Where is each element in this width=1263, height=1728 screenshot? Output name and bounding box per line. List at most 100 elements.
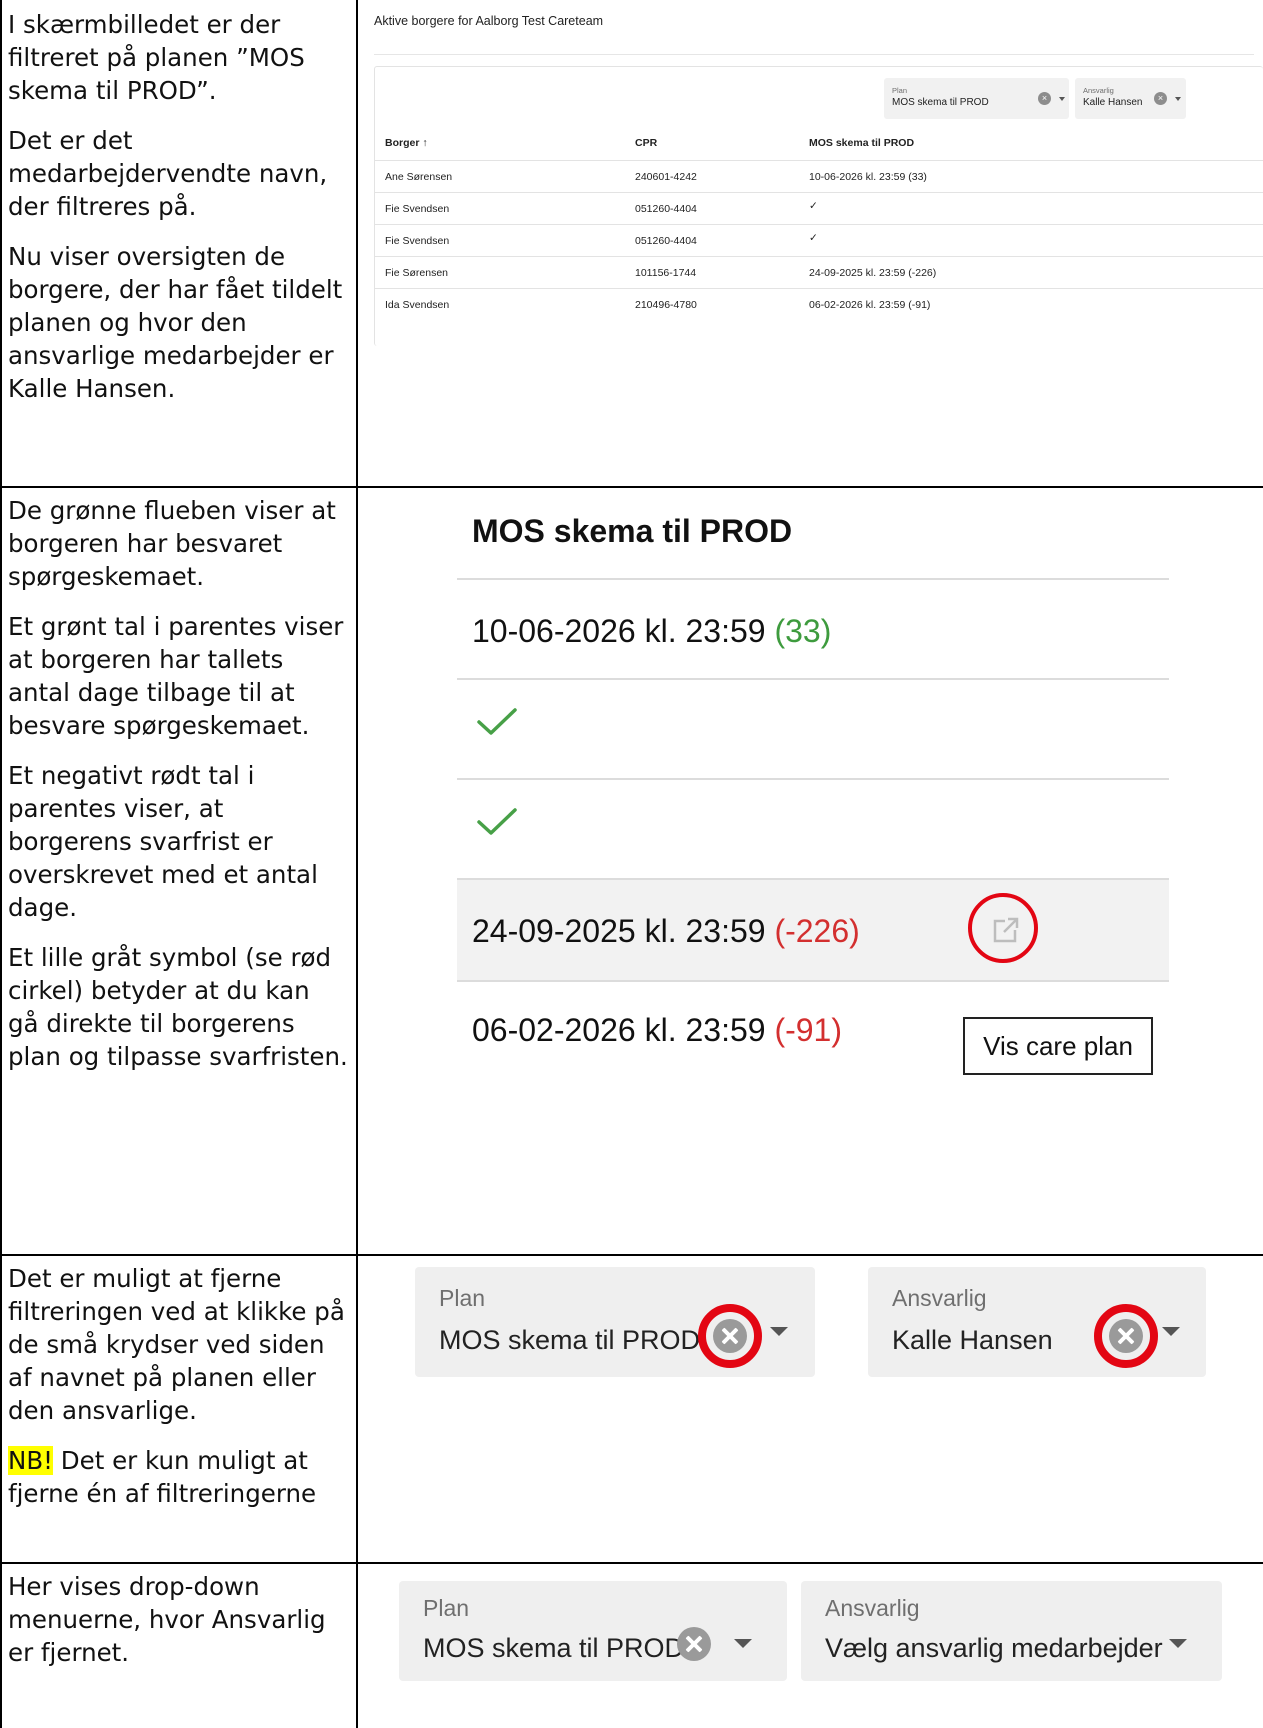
deadline: 24-09-2025 kl. 23:59 (-226) (809, 267, 936, 279)
deadline: 06-02-2026 kl. 23:59 (-91) (472, 1012, 842, 1049)
deadline-date: 06-02-2026 kl. 23:59 (809, 299, 909, 311)
citizen-name: Fie Sørensen (385, 267, 449, 279)
table-row-divider (0, 1254, 1263, 1256)
days-overdue: (-226) (908, 267, 937, 279)
clear-icon[interactable]: × (1154, 92, 1167, 105)
nb-highlight: NB! (8, 1446, 53, 1475)
deadline-date: 06-02-2026 kl. 23:59 (472, 1012, 775, 1048)
plan-cell[interactable] (457, 680, 1169, 790)
plan-filter-value: MOS skema til PROD (423, 1633, 685, 1663)
days-overdue: (-226) (774, 913, 860, 949)
plan-filter-value: MOS skema til PROD (439, 1325, 701, 1355)
deadline-date: 10-06-2026 kl. 23:59 (472, 613, 775, 649)
plan-filter-label: Plan (892, 86, 908, 95)
paragraph: I skærmbilledet er der filtreret på plan… (8, 10, 305, 105)
paragraph: Et grønt tal i parentes viser at borgere… (8, 612, 344, 740)
overview-screenshot: Aktive borgere for Aalborg Test Careteam… (362, 0, 1263, 350)
table-border-left (0, 0, 2, 1728)
table-row-divider (0, 1562, 1263, 1564)
table-row[interactable]: Fie Svendsen 051260-4404 ✓ (375, 192, 1263, 224)
citizen-name: Fie Svendsen (385, 235, 450, 247)
plan-filter-label: Plan (423, 1595, 470, 1621)
paragraph: Det er muligt at fjerne filtreringen ved… (8, 1264, 345, 1425)
citizen-cpr: 101156-1744 (635, 267, 697, 279)
plan-cell[interactable]: 10-06-2026 kl. 23:59 (33) (457, 580, 1169, 690)
paragraph: Nu viser oversigten de borgere, der har … (8, 242, 343, 403)
plan-column-title: MOS skema til PROD (472, 513, 793, 549)
responsible-filter-label: Ansvarlig (825, 1595, 920, 1621)
dropdown-arrow-icon[interactable] (1169, 1639, 1187, 1648)
citizen-cpr: 240601-4242 (635, 171, 697, 183)
checkmark-icon (477, 808, 517, 835)
plan-filter[interactable]: Plan MOS skema til PROD (415, 1267, 815, 1377)
table-row[interactable]: Fie Sørensen 101156-1744 24-09-2025 kl. … (375, 256, 1263, 288)
highlight-circle (698, 1304, 762, 1368)
deadline: 06-02-2026 kl. 23:59 (-91) (809, 299, 930, 311)
deadline: 10-06-2026 kl. 23:59 (33) (809, 171, 927, 183)
plan-filter-value: MOS skema til PROD (892, 97, 989, 108)
dropdown-arrow-icon[interactable] (1059, 97, 1065, 101)
table-column-divider (356, 0, 358, 1728)
dropdown-arrow-icon[interactable] (770, 1327, 788, 1336)
overview-card: Plan MOS skema til PROD × Ansvarlig Kall… (374, 66, 1263, 346)
citizen-cpr: 210496-4780 (635, 299, 697, 311)
table-row[interactable]: Ane Sørensen 240601-4242 10-06-2026 kl. … (375, 160, 1263, 192)
plan-cell[interactable] (457, 780, 1169, 890)
deadline: 10-06-2026 kl. 23:59 (33) (472, 613, 831, 650)
responsible-filter[interactable]: Ansvarlig Kalle Hansen (868, 1267, 1206, 1377)
paragraph: Her vises drop-down menuerne, hvor Ansva… (8, 1572, 326, 1667)
clear-icon[interactable] (677, 1627, 711, 1661)
responsible-filter[interactable]: Ansvarlig Kalle Hansen × (1075, 78, 1186, 119)
highlight-circle (1094, 1304, 1158, 1368)
deadline: 24-09-2025 kl. 23:59 (-226) (472, 913, 860, 950)
section3-description: Det er muligt at fjerne filtreringen ved… (8, 1262, 348, 1527)
overview-heading: Aktive borgere for Aalborg Test Careteam (374, 14, 604, 28)
citizen-name: Ane Sørensen (385, 171, 453, 183)
plan-cell-hovered[interactable]: 24-09-2025 kl. 23:59 (-226) (457, 880, 1169, 980)
responsible-filter-placeholder: Vælg ansvarlig medarbejder (825, 1633, 1163, 1663)
paragraph: Et negativt rødt tal i parentes viser, a… (8, 761, 318, 922)
deadline-date: 10-06-2026 kl. 23:59 (809, 171, 909, 183)
responsible-filter-value: Kalle Hansen (1083, 97, 1143, 108)
column-header-cpr[interactable]: CPR (635, 137, 657, 149)
paragraph: Det er det medarbejdervendte navn, der f… (8, 126, 328, 221)
days-left: (33) (908, 171, 927, 183)
citizen-cpr: 051260-4404 (635, 235, 697, 247)
citizen-name: Ida Svendsen (385, 299, 450, 311)
section1-description: I skærmbilledet er der filtreret på plan… (8, 8, 348, 422)
days-left: (33) (774, 613, 832, 649)
responsible-filter-label: Ansvarlig (892, 1285, 987, 1311)
dropdown-arrow-icon[interactable] (1175, 97, 1181, 101)
nb-paragraph: NB! Det er kun muligt at fjerne én af fi… (8, 1444, 348, 1510)
days-overdue: (-91) (774, 1012, 842, 1048)
deadline-date: 24-09-2025 kl. 23:59 (472, 913, 775, 949)
citizen-cpr: 051260-4404 (635, 203, 697, 215)
responsible-filter-value: Kalle Hansen (892, 1325, 1053, 1355)
column-header-plan[interactable]: MOS skema til PROD (809, 137, 914, 149)
clear-icon[interactable]: × (1038, 92, 1051, 105)
dropdown-arrow-icon[interactable] (1162, 1327, 1180, 1336)
paragraph: Et lille gråt symbol (se rød cirkel) bet… (8, 943, 348, 1071)
divider (374, 54, 1254, 55)
checkmark-icon: ✓ (809, 232, 818, 244)
plan-filter[interactable]: Plan MOS skema til PROD (399, 1581, 787, 1681)
table-row[interactable]: Ida Svendsen 210496-4780 06-02-2026 kl. … (375, 288, 1263, 320)
checkmark-icon: ✓ (809, 200, 818, 212)
plan-filter[interactable]: Plan MOS skema til PROD × (884, 78, 1069, 119)
dropdown-arrow-icon[interactable] (734, 1639, 752, 1648)
table-row[interactable]: Fie Svendsen 051260-4404 ✓ (375, 224, 1263, 256)
zoomed-plan-column: MOS skema til PROD 10-06-2026 kl. 23:59 … (362, 488, 1263, 1223)
highlight-circle (968, 893, 1038, 963)
plan-filter-label: Plan (439, 1285, 486, 1311)
paragraph: De grønne flueben viser at borgeren har … (8, 496, 336, 591)
nb-text: Det er kun muligt at fjerne én af filtre… (8, 1446, 317, 1508)
days-overdue: (-91) (908, 299, 931, 311)
tooltip: Vis care plan (963, 1017, 1153, 1075)
responsible-filter-label: Ansvarlig (1083, 86, 1114, 95)
column-header-borger[interactable]: Borger ↑ (385, 137, 428, 149)
document-table: I skærmbilledet er der filtreret på plan… (0, 0, 1263, 1728)
citizen-name: Fie Svendsen (385, 203, 450, 215)
checkmark-icon (477, 708, 517, 735)
deadline-date: 24-09-2025 kl. 23:59 (809, 267, 909, 279)
responsible-filter[interactable]: Ansvarlig Vælg ansvarlig medarbejder (801, 1581, 1222, 1681)
